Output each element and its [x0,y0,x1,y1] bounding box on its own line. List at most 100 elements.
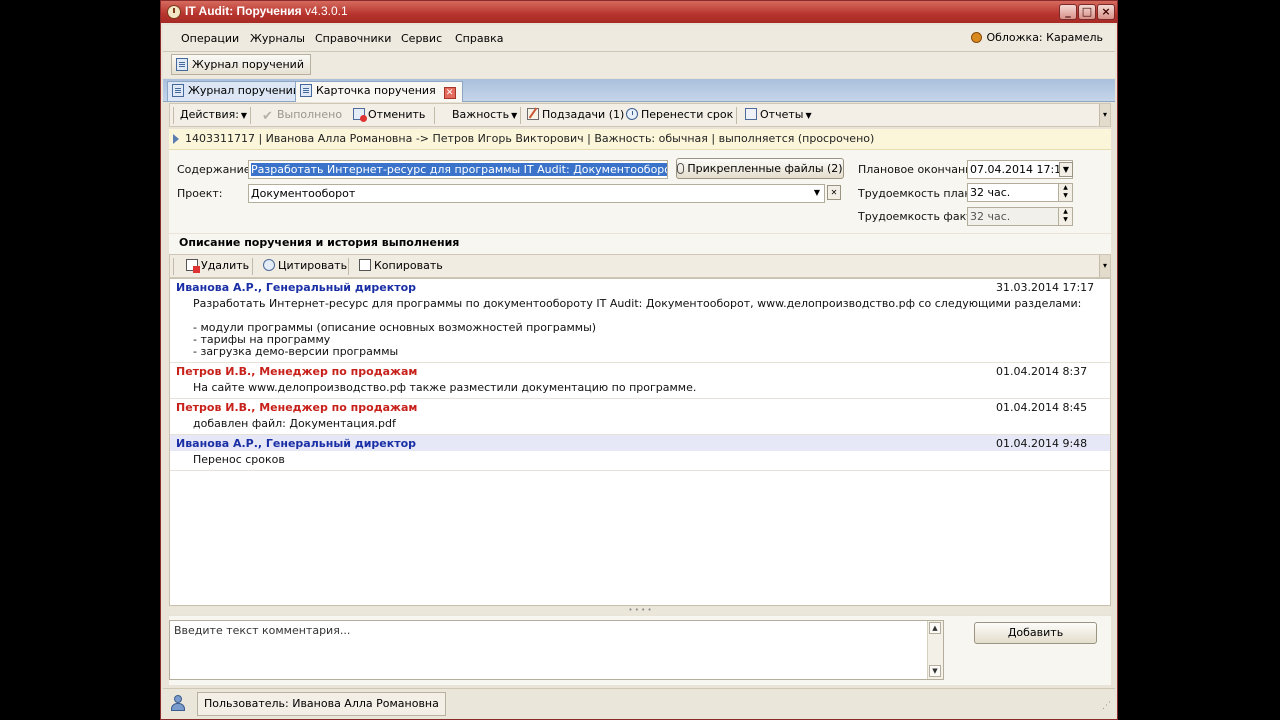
content-field[interactable]: Разработать Интернет-ресурс для программ… [248,160,668,179]
journal-tab-icon [172,84,184,97]
importance-dropdown[interactable]: Важность ▼ [452,108,517,121]
expand-arrow-icon[interactable] [173,134,179,144]
status-bar: Пользователь: Иванова Алла Романовна ⋰ [163,688,1115,719]
task-info-bar: 1403311717 | Иванова Алла Романовна -> П… [169,129,1111,150]
tab-strip: Журнал поручений Карточка поручения ✕ [163,79,1115,102]
scroll-up-icon[interactable]: ▲ [929,622,941,634]
menu-journals[interactable]: Журналы [250,32,305,45]
toolbar-grip [173,258,174,275]
pane-splitter[interactable]: • • • • [169,607,1111,615]
planned-end-label: Плановое окончание: [858,163,983,176]
history-entry[interactable]: Иванова А.Р., Генеральный директор 31.03.… [170,279,1110,363]
effort-fact-spinner-icon[interactable]: ▲ ▼ [1058,208,1072,225]
entry-author: Петров И.В., Менеджер по продажам [176,401,418,414]
card-tab-icon [300,84,312,97]
subtasks-icon [527,107,539,120]
delete-button[interactable]: Удалить [186,259,249,273]
actions-dropdown[interactable]: Действия: ▼ [180,108,247,121]
history-list[interactable]: Иванова А.Р., Генеральный директор 31.03.… [169,278,1111,606]
toolbar-separator [252,258,253,275]
toolbar-separator [520,107,521,124]
copy-button[interactable]: Копировать [359,259,443,272]
app-window: IT Audit: Поручения v4.3.0.1 _ □ × Опера… [160,0,1118,720]
scroll-down-icon[interactable]: ▼ [929,665,941,677]
minimize-button[interactable]: _ [1059,4,1077,20]
project-field[interactable]: Документооборот [248,184,825,203]
cancel-task-button[interactable]: Отменить [353,108,425,122]
maximize-button[interactable]: □ [1078,4,1096,20]
history-entry[interactable]: Петров И.В., Менеджер по продажам 01.04.2… [170,399,1110,435]
clock-icon [626,108,638,120]
done-button[interactable]: ✔ Выполнено [262,108,342,124]
postpone-button[interactable]: Перенести срок [626,108,733,121]
planned-end-field[interactable]: 07.04.2014 17:15 [967,160,1073,179]
chevron-down-icon: ▼ [805,111,812,120]
delete-icon [186,259,200,273]
comment-input[interactable]: Введите текст комментария... ▲ ▼ [169,620,944,680]
menu-bar: Операции Журналы Справочники Сервис Спра… [163,25,1115,52]
action-toolbar: Действия: ▼ ✔ Выполнено Отменить Важность ▼… [169,103,1111,127]
chevron-down-icon: ▼ [240,111,248,120]
task-info-text: 1403311717 | Иванова Алла Романовна -> П… [185,132,875,145]
entry-text: На сайте www.делопроизводство.рф также р… [193,381,697,394]
entry-text: Перенос сроков [193,453,285,466]
quote-icon [263,259,275,271]
skin-selector[interactable]: Обложка: Карамель [971,31,1103,44]
journal-button[interactable]: Журнал поручений [171,54,311,75]
toolbar-separator [348,258,349,275]
project-label: Проект: [177,187,223,200]
toolbar-overflow-icon[interactable]: ▾ [1099,255,1110,277]
menu-service[interactable]: Сервис [401,32,442,45]
project-dropdown-icon[interactable]: ▼ [810,186,824,201]
reports-dropdown[interactable]: Отчеты ▼ [745,108,812,121]
content-label: Содержание: [177,163,255,176]
menu-operations[interactable]: Операции [181,32,239,45]
comment-area: Введите текст комментария... ▲ ▼ Добавит… [169,616,1111,685]
entry-author: Иванова А.Р., Генеральный директор [176,281,417,294]
effort-plan-label: Трудоемкость план: [858,187,976,200]
entry-date: 31.03.2014 17:17 [996,281,1095,294]
quote-button[interactable]: Цитировать [263,259,347,272]
add-comment-button[interactable]: Добавить [974,622,1097,644]
cancel-doc-icon [353,108,367,122]
entry-date: 01.04.2014 8:45 [996,401,1088,414]
entry-date: 01.04.2014 8:37 [996,365,1088,378]
task-form: Содержание: Разработать Интернет-ресурс … [169,150,1111,233]
toolbar-separator [736,107,737,124]
history-entry[interactable]: Иванова А.Р., Генеральный директор 01.04.… [170,435,1110,471]
tab-journal[interactable]: Журнал поручений [167,81,307,101]
toolbar-grip [173,107,174,124]
subtasks-button[interactable]: Подзадачи (1) [527,107,624,121]
status-user: Пользователь: Иванова Алла Романовна [197,692,446,716]
comment-placeholder: Введите текст комментария... [174,624,351,637]
entry-text: Разработать Интернет-ресурс для программ… [193,297,1082,358]
history-entry[interactable]: Петров И.В., Менеджер по продажам 01.04.2… [170,363,1110,399]
attached-files-button[interactable]: Прикрепленные файлы (2) [676,158,844,179]
tab-close-icon[interactable]: ✕ [443,87,456,99]
comment-scrollbar[interactable]: ▲ ▼ [927,621,943,679]
journal-icon [176,58,188,71]
menu-help[interactable]: Справка [455,32,503,45]
quick-access-bar: Журнал поручений [163,52,1115,78]
app-clock-icon [167,5,181,19]
title-bar[interactable]: IT Audit: Поручения v4.3.0.1 _ □ × [161,1,1117,23]
checkmark-icon: ✔ [262,109,273,124]
entry-text: добавлен файл: Документация.pdf [193,417,396,430]
user-icon [171,695,185,711]
chevron-down-icon: ▼ [511,111,518,120]
skin-icon [971,32,983,43]
history-section-title: Описание поручения и история выполнения [169,234,1111,254]
effort-fact-label: Трудоемкость факт: [858,210,977,223]
toolbar-overflow-icon[interactable]: ▾ [1099,104,1110,126]
close-button[interactable]: × [1097,4,1115,20]
toolbar-separator [250,107,251,124]
paperclip-icon [677,163,685,174]
tab-task-card[interactable]: Карточка поручения ✕ [295,81,463,102]
project-clear-icon[interactable]: ✕ [827,185,841,200]
calendar-dropdown-icon[interactable]: ▼ [1059,162,1073,177]
effort-plan-spinner-icon[interactable]: ▲ ▼ [1058,184,1072,201]
entry-author: Иванова А.Р., Генеральный директор [176,437,417,450]
resize-grip-icon[interactable]: ⋰ [1102,701,1111,711]
menu-references[interactable]: Справочники [315,32,391,45]
toolbar-separator [434,107,435,124]
